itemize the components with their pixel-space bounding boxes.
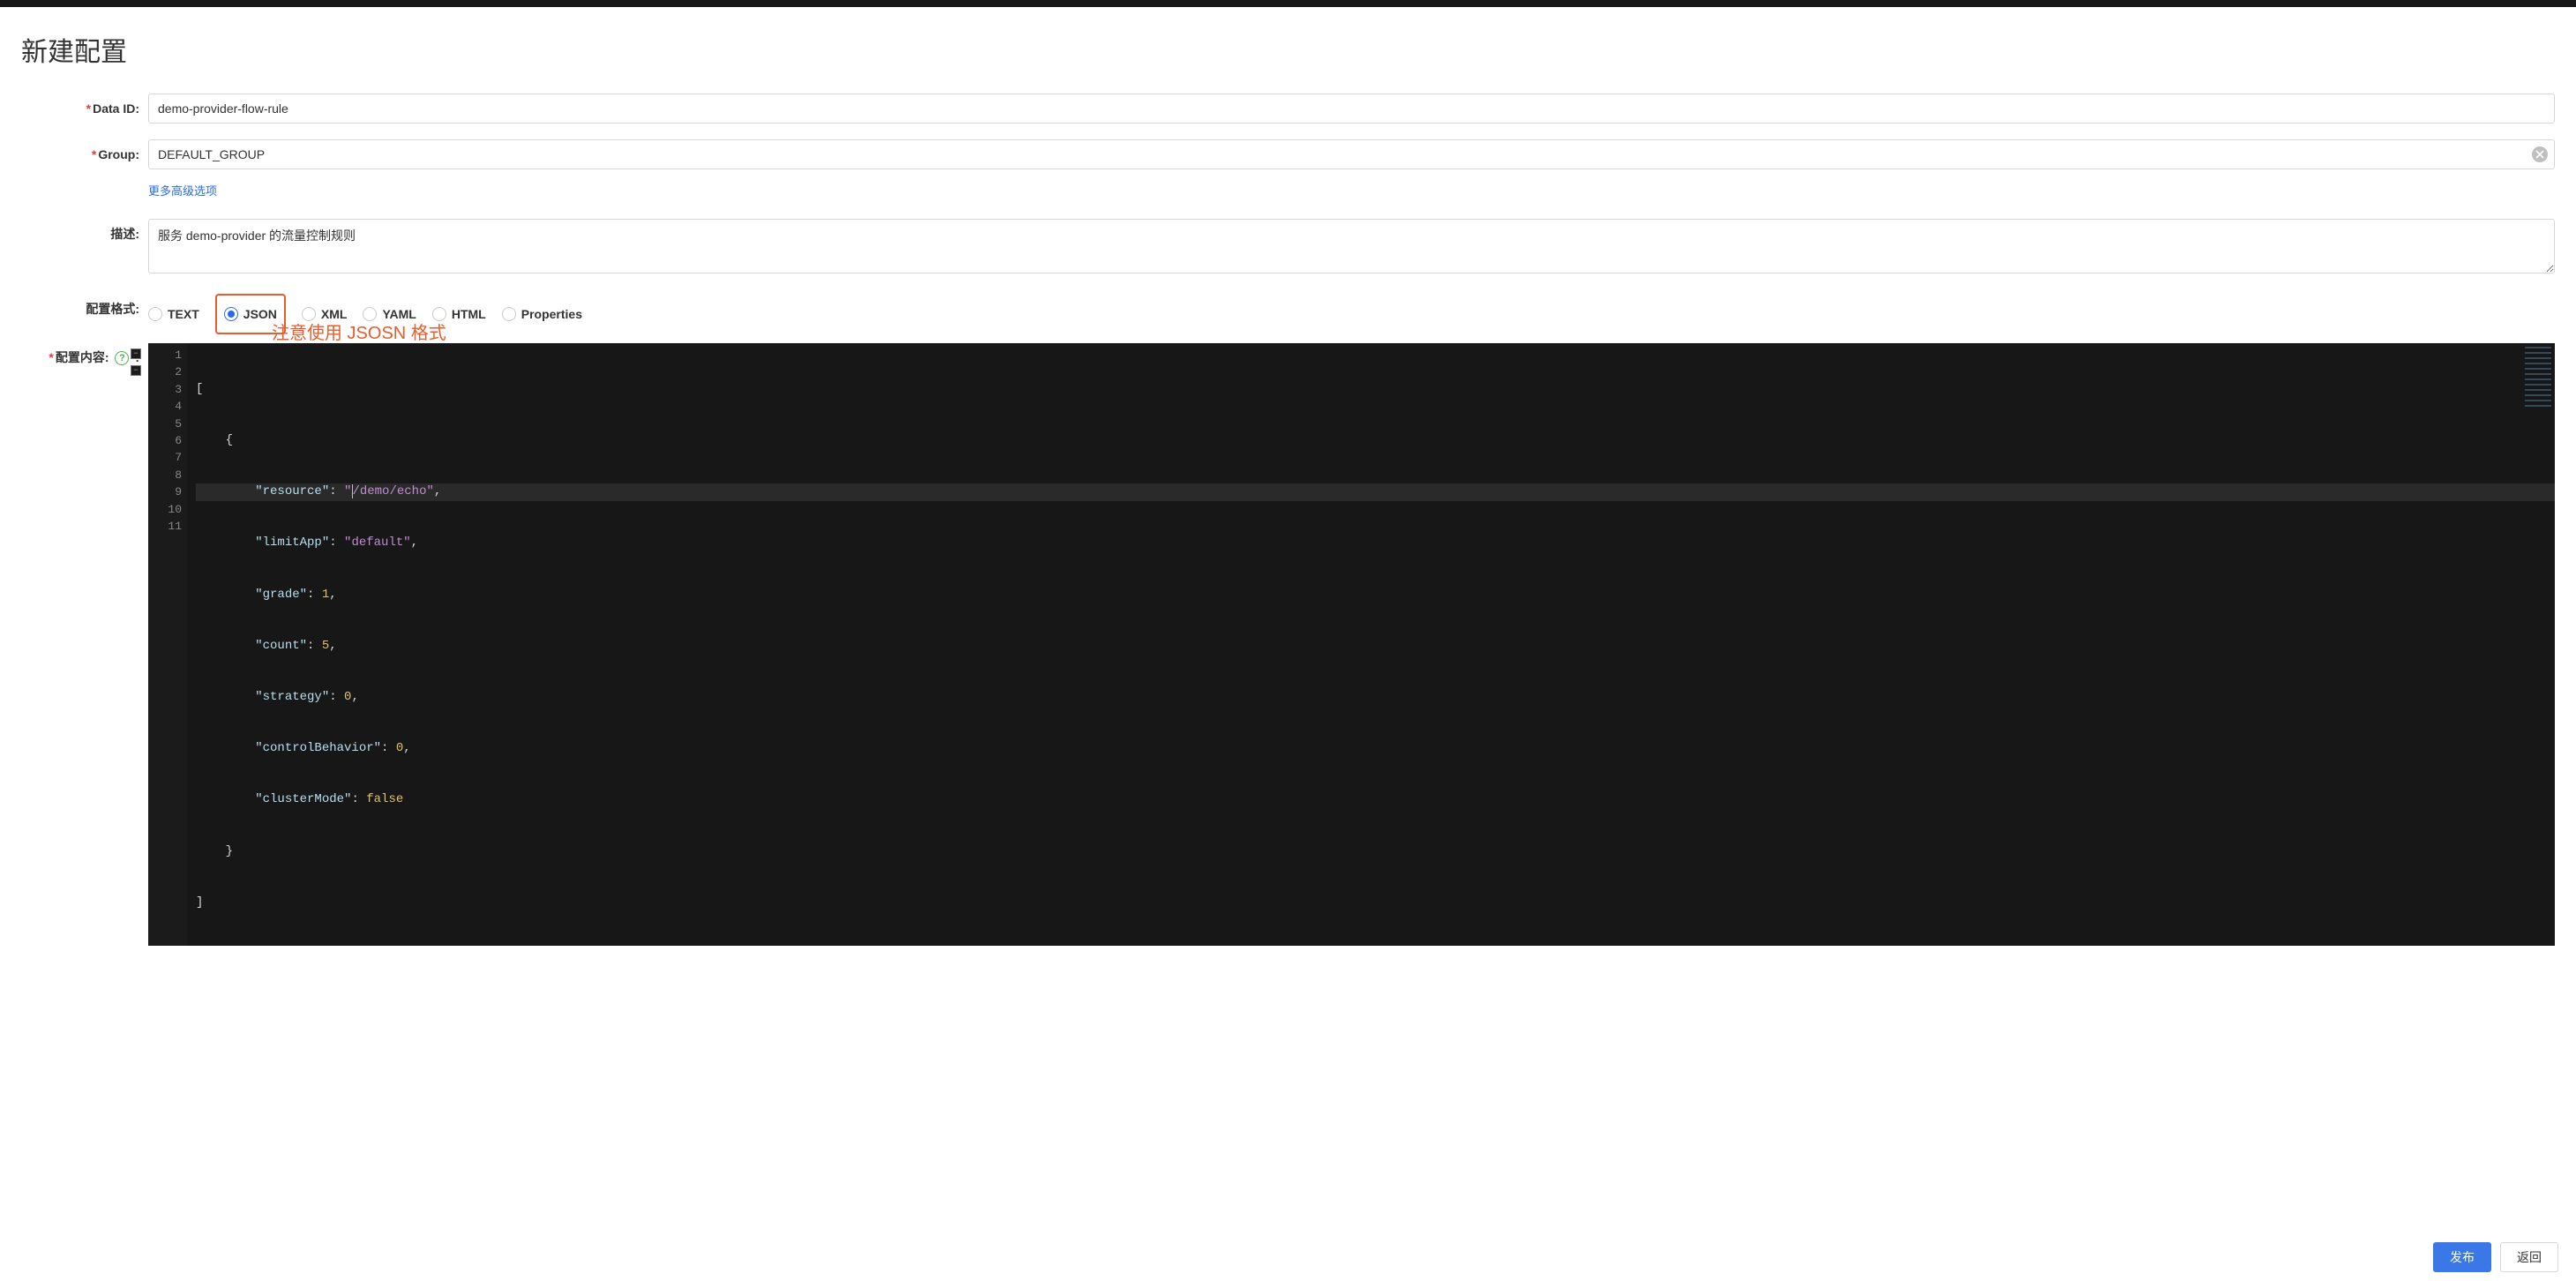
code-area[interactable]: [ { "resource": "/demo/echo", "limitApp"…	[148, 343, 2555, 946]
radio-icon	[224, 307, 238, 321]
row-format: 配置格式: TEXT JSON XML	[21, 294, 2555, 334]
clear-icon[interactable]	[2532, 146, 2548, 162]
required-mark: *	[86, 101, 91, 116]
help-icon[interactable]: ?	[115, 351, 129, 365]
publish-button[interactable]: 发布	[2433, 1242, 2491, 1272]
page-title: 新建配置	[21, 30, 2555, 69]
row-description: 描述:	[21, 219, 2555, 278]
format-radio-html[interactable]: HTML	[432, 299, 486, 329]
format-radio-text[interactable]: TEXT	[148, 299, 199, 329]
format-radio-xml[interactable]: XML	[302, 299, 348, 329]
advanced-options-link[interactable]: 更多高级选项	[148, 182, 217, 199]
radio-dot-icon	[228, 311, 235, 318]
back-button[interactable]: 返回	[2500, 1242, 2558, 1272]
row-content: *配置内容: ? : −1 −2 3 4 5 6 7 8 9 10 11	[21, 343, 2555, 946]
format-radio-json[interactable]: JSON	[224, 299, 277, 329]
required-mark: *	[92, 147, 96, 161]
format-highlight-box: JSON	[215, 294, 286, 334]
code-editor[interactable]: −1 −2 3 4 5 6 7 8 9 10 11 [ { "resource"	[148, 343, 2555, 946]
radio-icon	[302, 307, 316, 321]
row-advanced: 更多高级选项	[21, 180, 2555, 199]
radio-icon	[148, 307, 162, 321]
footer-bar: 发布 返回	[0, 1233, 2576, 1281]
description-textarea[interactable]	[148, 219, 2555, 273]
label-description: 描述:	[21, 219, 148, 249]
radio-icon	[432, 307, 446, 321]
editor-gutter: −1 −2 3 4 5 6 7 8 9 10 11	[148, 343, 187, 946]
label-data-id: *Data ID:	[21, 94, 148, 124]
row-data-id: *Data ID:	[21, 94, 2555, 124]
label-content: *配置内容: ? :	[21, 343, 148, 366]
data-id-input[interactable]	[148, 94, 2555, 124]
required-mark: *	[49, 350, 53, 364]
window-topbar	[0, 0, 2576, 7]
fold-icon[interactable]: −	[131, 348, 141, 359]
format-radio-yaml[interactable]: YAML	[363, 299, 416, 329]
minimap-icon	[2525, 347, 2551, 408]
format-radio-properties[interactable]: Properties	[502, 299, 582, 329]
radio-icon	[363, 307, 377, 321]
fold-icon[interactable]: −	[131, 365, 141, 376]
radio-icon	[502, 307, 516, 321]
label-format: 配置格式:	[21, 294, 148, 324]
row-group: *Group:	[21, 139, 2555, 169]
label-group: *Group:	[21, 139, 148, 169]
group-input[interactable]	[148, 139, 2555, 169]
